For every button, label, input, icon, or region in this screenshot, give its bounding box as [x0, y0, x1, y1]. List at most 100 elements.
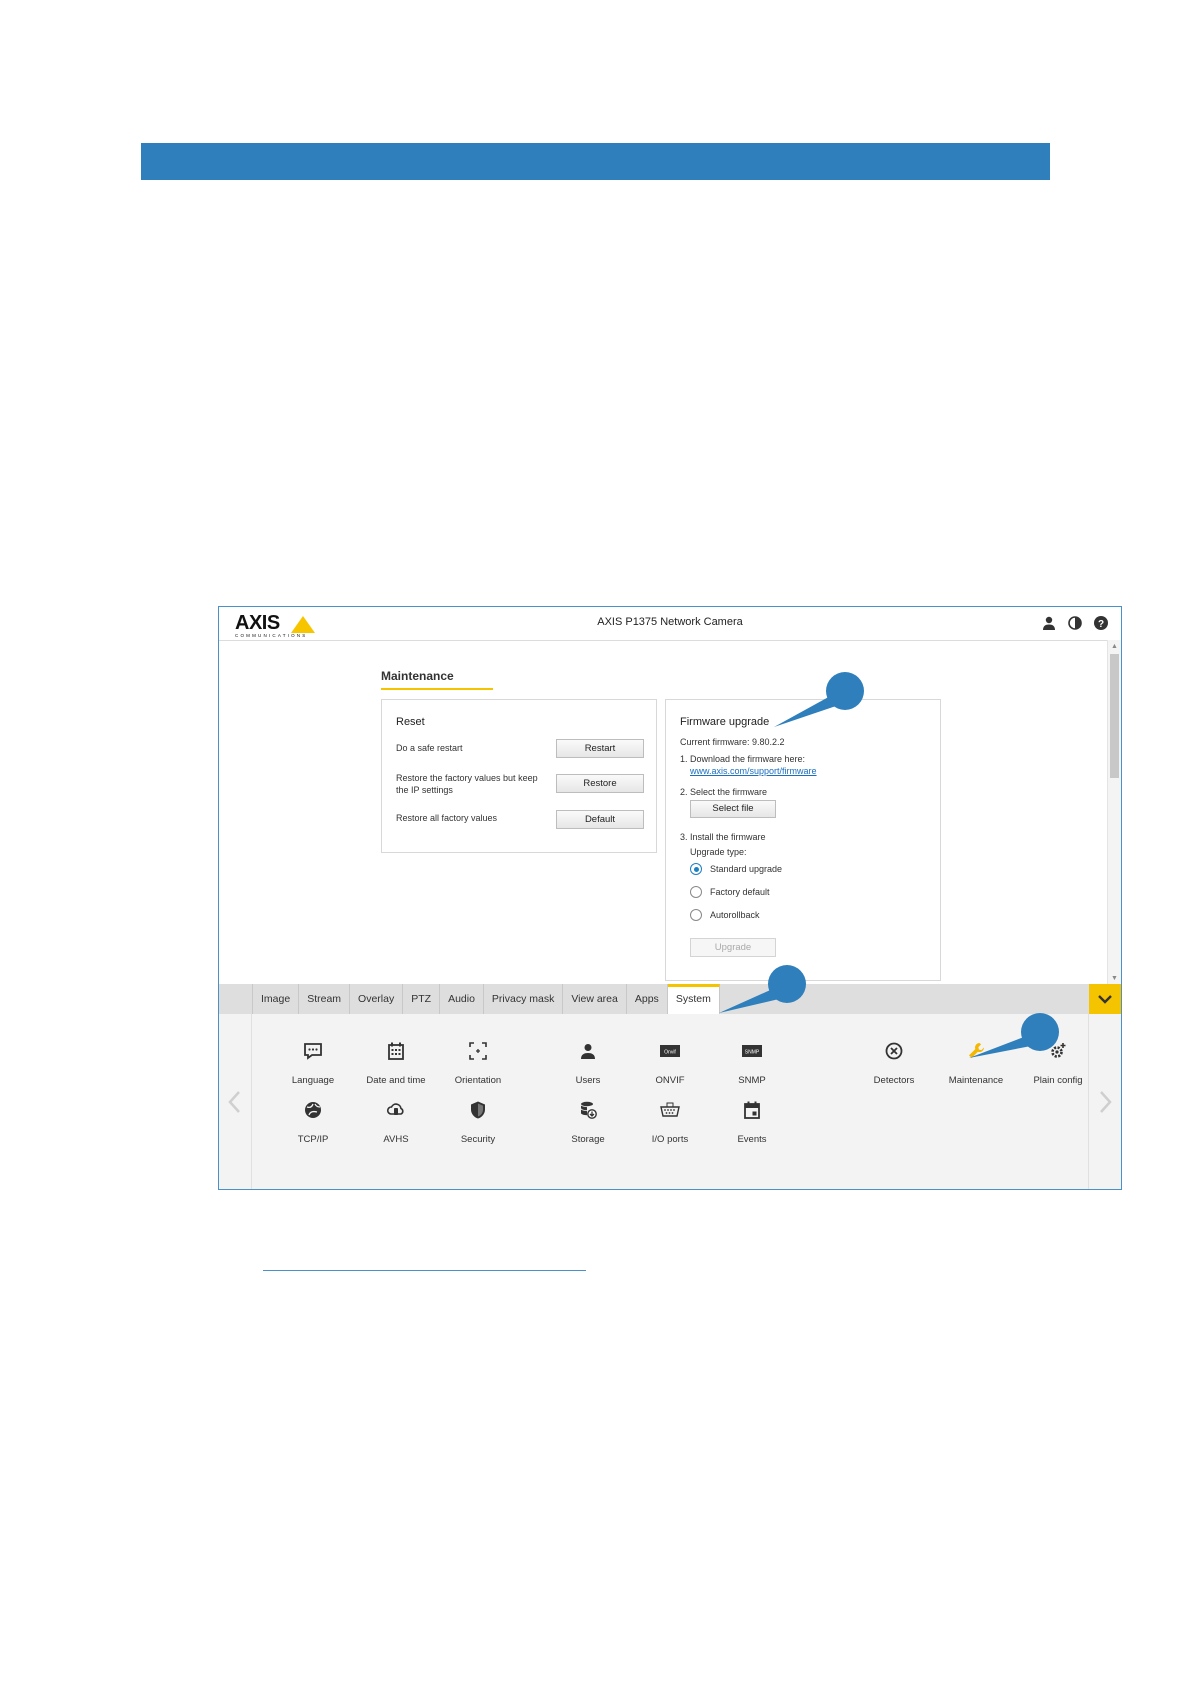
- users-icon: [581, 1044, 595, 1059]
- system-item-label: Date and time: [366, 1075, 426, 1086]
- system-item-label: Orientation: [454, 1075, 502, 1086]
- onvif-icon-text: Onvif: [664, 1050, 676, 1056]
- system-item-onvif[interactable]: Onvif ONVIF: [630, 1041, 710, 1086]
- tab-apps[interactable]: Apps: [627, 984, 668, 1014]
- restart-button[interactable]: Restart: [556, 739, 644, 758]
- default-description: Restore all factory values: [396, 813, 498, 823]
- system-item-label: Maintenance: [948, 1075, 1004, 1086]
- system-item-label: Security: [460, 1134, 496, 1145]
- system-item-detectors[interactable]: Detectors: [854, 1041, 934, 1086]
- callout-firmware-version: [774, 672, 864, 727]
- system-item-language[interactable]: Language: [273, 1041, 353, 1086]
- storage-icon: [580, 1101, 597, 1119]
- system-item-io-ports[interactable]: I/O ports: [630, 1100, 710, 1145]
- restart-description: Do a safe restart: [396, 743, 463, 753]
- firmware-title: Firmware upgrade: [680, 716, 770, 728]
- system-item-label: Storage: [571, 1134, 605, 1145]
- system-item-label: SNMP: [738, 1075, 766, 1086]
- help-icon[interactable]: ?: [1093, 615, 1109, 631]
- previous-page-button[interactable]: [219, 1014, 252, 1189]
- step-install: 3. Install the firmware: [680, 832, 766, 842]
- tab-audio[interactable]: Audio: [440, 984, 484, 1014]
- tab-system[interactable]: System: [667, 984, 720, 1014]
- tab-bar: Image Stream Overlay PTZ Audio Privacy m…: [219, 984, 1121, 1014]
- system-item-label: Language: [291, 1075, 335, 1086]
- step-select: 2. Select the firmware: [680, 787, 768, 797]
- tab-ptz[interactable]: PTZ: [403, 984, 441, 1014]
- system-item-label: AVHS: [383, 1134, 409, 1145]
- logo-subtitle: COMMUNICATIONS: [235, 633, 308, 638]
- factory-default-label: Factory default: [710, 887, 770, 897]
- tab-list: Image Stream Overlay PTZ Audio Privacy m…: [252, 984, 720, 1014]
- reset-panel: Reset Do a safe restart Restart Restore …: [381, 699, 657, 853]
- snmp-icon: SNMP: [742, 1045, 762, 1057]
- system-item-label: TCP/IP: [297, 1134, 329, 1145]
- step-download: 1. Download the firmware here:: [680, 754, 806, 764]
- document-link-underline: [263, 1270, 586, 1271]
- onvif-icon: Onvif: [660, 1045, 680, 1057]
- restore-description: Restore the factory values but keep the …: [396, 773, 538, 795]
- camera-web-interface-screenshot: AXIS COMMUNICATIONS AXIS P1375 Network C…: [218, 606, 1122, 1190]
- upgrade-type-label: Upgrade type:: [690, 847, 747, 857]
- tab-stream[interactable]: Stream: [299, 984, 351, 1014]
- firmware-upgrade-panel: Firmware upgrade Current firmware: 9.80.…: [665, 699, 941, 981]
- snmp-icon-text: SNMP: [745, 1050, 760, 1056]
- tab-overlay[interactable]: Overlay: [350, 984, 404, 1014]
- current-firmware: Current firmware: 9.80.2.2: [680, 737, 785, 747]
- calendar-icon: [388, 1042, 404, 1060]
- page-title-underline: [381, 688, 493, 690]
- network-icon: [305, 1102, 321, 1118]
- autorollback-radio[interactable]: [690, 909, 702, 921]
- tab-image[interactable]: Image: [252, 984, 300, 1014]
- system-item-label: Users: [575, 1075, 601, 1086]
- callout-maintenance-item: [969, 1013, 1059, 1058]
- callout-system-tab: [719, 965, 806, 1013]
- shield-icon: [471, 1101, 485, 1119]
- firmware-download-link[interactable]: www.axis.com/support/firmware: [690, 766, 817, 776]
- system-item-avhs[interactable]: AVHS: [356, 1100, 436, 1145]
- io-ports-icon: [660, 1102, 680, 1117]
- system-item-label: ONVIF: [655, 1075, 685, 1086]
- scroll-up-icon[interactable]: ▲: [1111, 643, 1118, 650]
- system-item-users[interactable]: Users: [548, 1041, 628, 1086]
- page-title: Maintenance: [381, 669, 454, 683]
- system-item-tcp-ip[interactable]: TCP/IP: [273, 1100, 353, 1145]
- scrollbar-thumb[interactable]: [1110, 654, 1119, 778]
- detectors-icon: [885, 1042, 903, 1060]
- restore-button[interactable]: Restore: [556, 774, 644, 793]
- system-item-events[interactable]: Events: [712, 1100, 792, 1145]
- standard-upgrade-label: Standard upgrade: [710, 864, 783, 874]
- system-item-storage[interactable]: Storage: [548, 1100, 628, 1145]
- system-item-snmp[interactable]: SNMP SNMP: [712, 1041, 792, 1086]
- system-item-date-and-time[interactable]: Date and time: [356, 1041, 436, 1086]
- language-icon: [304, 1043, 322, 1060]
- select-file-button[interactable]: Select file: [690, 800, 776, 818]
- events-icon: [744, 1101, 760, 1119]
- header-band: [141, 143, 1050, 180]
- upgrade-button[interactable]: Upgrade: [690, 938, 776, 957]
- vertical-scrollbar[interactable]: ▲ ▼: [1107, 640, 1121, 984]
- chevron-left-icon: [228, 1091, 240, 1113]
- factory-default-radio[interactable]: [690, 886, 702, 898]
- system-item-label: I/O ports: [651, 1134, 689, 1145]
- system-item-orientation[interactable]: Orientation: [438, 1041, 518, 1086]
- svg-text:?: ?: [1098, 619, 1104, 630]
- orientation-icon: [469, 1042, 487, 1060]
- reset-title: Reset: [396, 716, 425, 728]
- collapse-panel-button[interactable]: [1089, 984, 1121, 1014]
- default-button[interactable]: Default: [556, 810, 644, 829]
- tab-privacy-mask[interactable]: Privacy mask: [484, 984, 564, 1014]
- top-bar: AXIS COMMUNICATIONS AXIS P1375 Network C…: [219, 607, 1121, 641]
- scroll-down-icon[interactable]: ▼: [1111, 975, 1118, 982]
- cloud-icon: [386, 1103, 404, 1115]
- system-item-label: Plain config: [1033, 1075, 1083, 1086]
- app-title: AXIS P1375 Network Camera: [597, 616, 743, 628]
- contrast-icon[interactable]: [1067, 615, 1083, 631]
- system-item-security[interactable]: Security: [438, 1100, 518, 1145]
- standard-upgrade-radio[interactable]: [690, 863, 702, 875]
- system-item-label: Events: [737, 1134, 767, 1145]
- autorollback-label: Autorollback: [710, 910, 760, 920]
- chevron-down-icon: [1098, 995, 1112, 1004]
- user-icon[interactable]: [1041, 615, 1057, 631]
- tab-view-area[interactable]: View area: [563, 984, 627, 1014]
